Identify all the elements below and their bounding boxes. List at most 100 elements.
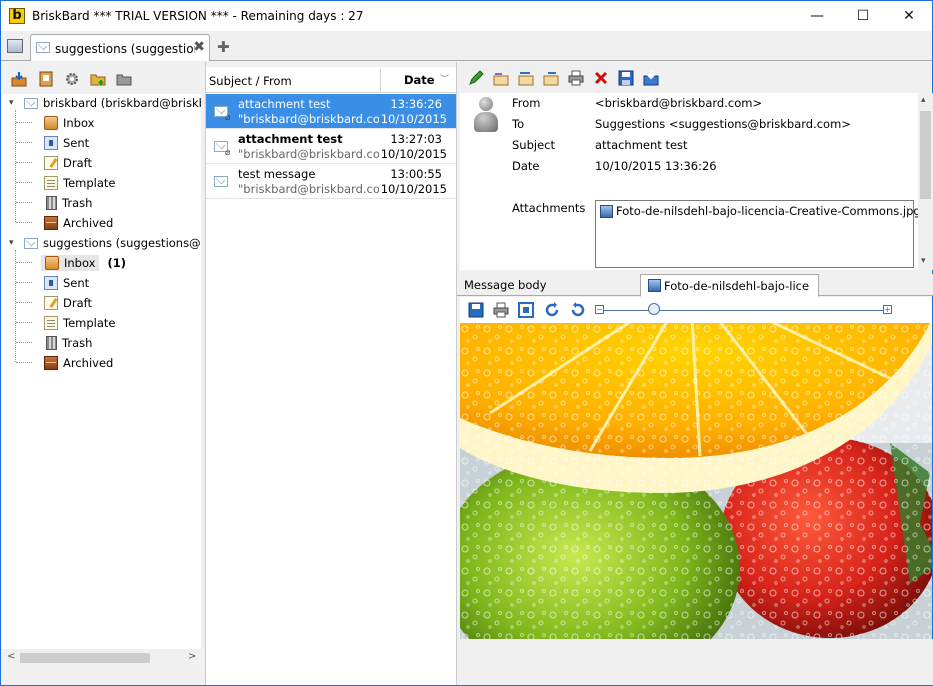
forward-icon[interactable] bbox=[543, 70, 559, 86]
selected-highlight: Inbox bbox=[41, 255, 100, 271]
folder-draft[interactable]: Draft bbox=[44, 154, 92, 172]
reply-icon[interactable] bbox=[493, 70, 509, 86]
message-row[interactable]: ⌀ attachment test "briskbard@briskbard.c… bbox=[206, 129, 456, 164]
print-image-icon[interactable] bbox=[493, 302, 509, 318]
tab-attachment-image[interactable]: Foto-de-nilsdehl-bajo-lice bbox=[640, 274, 819, 297]
tree-horizontal-scrollbar[interactable]: < > bbox=[2, 649, 201, 666]
trash-icon bbox=[46, 196, 57, 210]
maximize-button[interactable]: ☐ bbox=[840, 1, 886, 31]
sent-icon bbox=[44, 276, 58, 290]
draft-icon bbox=[44, 296, 58, 310]
collapse-icon[interactable]: ▾ bbox=[9, 98, 14, 108]
folder-inbox[interactable]: Inbox bbox=[44, 114, 94, 132]
account-suggestions[interactable]: suggestions (suggestions@brisk bbox=[24, 234, 228, 252]
collapse-icon[interactable]: ▾ bbox=[9, 238, 14, 248]
folder-trash[interactable]: Trash bbox=[44, 194, 92, 212]
attachment-tab-label: Foto-de-nilsdehl-bajo-lice bbox=[664, 278, 810, 293]
tab-menu-icon[interactable] bbox=[7, 39, 23, 53]
tab-message-body[interactable]: Message body bbox=[457, 274, 554, 296]
delete-icon[interactable] bbox=[593, 70, 609, 86]
message-time: 13:36:26 bbox=[390, 97, 442, 111]
app-logo-icon: b bbox=[9, 8, 25, 24]
zoom-in-icon[interactable]: + bbox=[883, 305, 892, 314]
subject-label: Subject bbox=[512, 138, 555, 152]
address-book-icon[interactable] bbox=[38, 71, 54, 87]
folder-template[interactable]: Template bbox=[44, 314, 115, 332]
scroll-up-icon[interactable]: ▴ bbox=[921, 95, 926, 105]
tab-close-icon[interactable]: ✖ bbox=[193, 39, 205, 55]
folder-icon[interactable] bbox=[116, 71, 132, 87]
save-image-icon[interactable] bbox=[468, 302, 484, 318]
trash-icon bbox=[46, 336, 57, 350]
scroll-left-icon[interactable]: < bbox=[7, 651, 15, 662]
folder-label: Sent bbox=[63, 136, 90, 150]
message-row[interactable]: test message "briskbard@briskbard.com" <… bbox=[206, 164, 456, 199]
folder-draft[interactable]: Draft bbox=[44, 294, 92, 312]
draft-icon bbox=[44, 156, 58, 170]
message-date: 10/10/2015 bbox=[380, 182, 447, 196]
folder-toolbar bbox=[2, 62, 201, 94]
to-value: Suggestions <suggestions@briskbard.com> bbox=[595, 117, 851, 131]
inbox-icon bbox=[44, 116, 58, 130]
envelope-icon bbox=[36, 42, 50, 53]
scroll-thumb[interactable] bbox=[20, 653, 150, 663]
window-title: BriskBard *** TRIAL VERSION *** - Remain… bbox=[32, 9, 364, 23]
inbox-icon bbox=[45, 256, 59, 270]
scroll-down-icon[interactable]: ▾ bbox=[921, 256, 926, 266]
folder-trash[interactable]: Trash bbox=[44, 334, 92, 352]
column-date[interactable]: Date bbox=[404, 73, 435, 87]
column-subject[interactable]: Subject / From bbox=[209, 74, 292, 88]
minimize-button[interactable]: — bbox=[794, 1, 840, 31]
new-folder-icon[interactable] bbox=[90, 71, 106, 87]
message-row[interactable]: ⌀ attachment test "briskbard@briskbard.c… bbox=[206, 94, 456, 129]
gear-icon[interactable] bbox=[64, 71, 80, 87]
message-date: 10/10/2015 bbox=[380, 112, 447, 126]
edit-pencil-icon[interactable] bbox=[468, 70, 484, 86]
move-to-folder-icon[interactable] bbox=[643, 70, 659, 86]
message-subject: attachment test bbox=[238, 97, 331, 111]
folder-template[interactable]: Template bbox=[44, 174, 115, 192]
scroll-right-icon[interactable]: > bbox=[188, 651, 196, 662]
folder-panel-footer bbox=[2, 666, 201, 685]
folder-archived[interactable]: Archived bbox=[44, 354, 113, 372]
zoom-out-icon[interactable]: − bbox=[595, 305, 604, 314]
folder-label: Trash bbox=[62, 196, 93, 210]
message-subject: test message bbox=[238, 167, 316, 181]
list-header: Subject / From Date ﹀ bbox=[206, 67, 457, 93]
image-viewer-toolbar: − + bbox=[460, 297, 932, 323]
zoom-slider-track[interactable] bbox=[601, 310, 889, 311]
scroll-thumb[interactable] bbox=[920, 111, 931, 199]
header-vertical-scrollbar[interactable]: ▴ ▾ bbox=[918, 93, 933, 270]
close-button[interactable]: ✕ bbox=[886, 1, 932, 31]
account-envelope-icon bbox=[24, 237, 38, 249]
print-icon[interactable] bbox=[568, 70, 584, 86]
message-time: 13:00:55 bbox=[390, 167, 442, 181]
folder-sent[interactable]: Sent bbox=[44, 274, 89, 292]
folder-label: Template bbox=[63, 316, 116, 330]
attachment-item[interactable]: Foto-de-nilsdehl-bajo-licencia-Creative-… bbox=[600, 204, 921, 218]
folder-tree: ▾ briskbard (briskbard@briskbard.c Inbox… bbox=[2, 94, 235, 649]
folder-archived[interactable]: Archived bbox=[44, 214, 113, 232]
folder-label: Inbox bbox=[64, 256, 96, 270]
zoom-slider-knob[interactable] bbox=[648, 303, 660, 315]
add-tab-icon[interactable]: ✚ bbox=[217, 38, 230, 56]
sender-avatar-icon bbox=[472, 97, 500, 133]
fruit-photo bbox=[460, 323, 932, 639]
save-icon[interactable] bbox=[618, 70, 634, 86]
receive-mail-icon[interactable] bbox=[11, 71, 27, 87]
fit-to-window-icon[interactable] bbox=[518, 302, 534, 318]
tab-suggestions[interactable]: suggestions (suggestions@ ✖ bbox=[30, 34, 210, 61]
reply-all-icon[interactable] bbox=[518, 70, 534, 86]
date-label: Date bbox=[512, 159, 540, 173]
rotate-right-icon[interactable] bbox=[570, 302, 586, 318]
folder-inbox-selected[interactable]: Inbox (1) bbox=[40, 254, 126, 272]
archived-icon bbox=[44, 356, 58, 370]
rotate-left-icon[interactable] bbox=[544, 302, 560, 318]
folder-sent[interactable]: Sent bbox=[44, 134, 89, 152]
sort-chevron-icon[interactable]: ﹀ bbox=[440, 72, 449, 85]
message-header-panel: From <briskbard@briskbard.com> To Sugges… bbox=[460, 93, 921, 270]
message-time: 13:27:03 bbox=[390, 132, 442, 146]
from-value: <briskbard@briskbard.com> bbox=[595, 96, 763, 110]
message-list: Subject / From Date ﹀ ⌀ attachment test … bbox=[205, 62, 457, 685]
image-file-icon bbox=[600, 204, 613, 218]
